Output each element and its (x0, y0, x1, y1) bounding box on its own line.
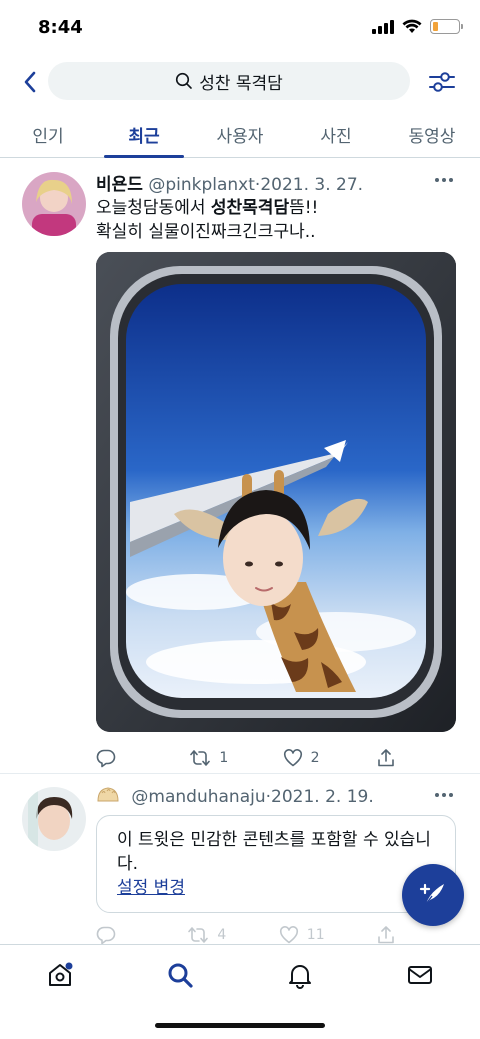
tab-top[interactable]: 인기 (0, 108, 96, 157)
avatar-image (22, 172, 86, 236)
home-indicator (155, 1023, 325, 1028)
display-name[interactable]: 비욘드 (96, 175, 143, 195)
user-handle[interactable]: @pinkplanxt (148, 175, 255, 195)
nav-notifications[interactable] (270, 950, 330, 1000)
like-button[interactable]: 2 (283, 748, 323, 768)
retweet-button[interactable]: 1 (189, 748, 229, 768)
reply-button[interactable] (96, 925, 136, 945)
sliders-icon (429, 72, 455, 92)
search-header: 성찬 목격담 (0, 60, 480, 104)
heart-icon (283, 749, 302, 767)
status-time: 8:44 (38, 17, 83, 38)
retweet-icon (190, 750, 211, 766)
avatar[interactable] (22, 787, 86, 851)
tweet-text-highlight: 성찬목격담 (210, 198, 290, 218)
user-handle[interactable]: @manduhanaju (131, 787, 265, 807)
reply-icon (96, 749, 116, 768)
tweet[interactable]: @manduhanaju·2021. 2. 19. 이 트윗은 민감한 콘텐츠를… (0, 775, 480, 945)
compose-tweet-button[interactable] (402, 864, 464, 926)
tweet-text-part: 오늘청담동에서 (96, 198, 211, 218)
avatar[interactable] (22, 172, 86, 236)
like-count: 11 (306, 927, 325, 943)
tab-people[interactable]: 사용자 (192, 108, 288, 157)
back-button[interactable] (12, 64, 48, 100)
tweet-text-line: 확실히 실물이진짜크긴크구나.. (96, 222, 316, 242)
retweet-icon (188, 927, 209, 943)
share-button[interactable] (376, 748, 416, 768)
search-input[interactable]: 성찬 목격담 (48, 62, 410, 100)
status-icons (372, 19, 463, 34)
nav-messages[interactable] (390, 950, 450, 1000)
home-icon (49, 962, 73, 986)
wifi-icon (402, 19, 422, 33)
tweet-date: 2021. 2. 19. (271, 787, 374, 807)
retweet-count: 4 (217, 927, 227, 943)
airplane-window-photo (96, 252, 456, 732)
tweet[interactable]: 비욘드 @pinkplanxt·2021. 3. 27. 오늘청담동에서 성찬목… (0, 160, 480, 774)
reply-button[interactable] (96, 748, 136, 768)
search-query: 성찬 목격담 (199, 73, 283, 94)
avatar-image (22, 787, 86, 851)
dumpling-emoji-icon (96, 785, 120, 810)
nav-search[interactable] (150, 950, 210, 1000)
like-button[interactable]: 11 (279, 925, 325, 945)
tweet-actions: 1 2 (96, 748, 416, 768)
tweet-text-part: 뜸!! (289, 198, 319, 218)
bell-icon (289, 964, 311, 989)
battery-icon (430, 19, 463, 34)
heart-icon (279, 926, 298, 944)
share-icon (378, 926, 394, 944)
status-bar: 8:44 (0, 0, 480, 56)
search-filter-button[interactable] (426, 66, 458, 98)
tab-photos[interactable]: 사진 (288, 108, 384, 157)
share-icon (378, 749, 394, 767)
retweet-count: 1 (219, 750, 229, 766)
retweet-button[interactable]: 4 (187, 925, 227, 945)
mail-icon (408, 965, 432, 984)
like-count: 2 (310, 750, 320, 766)
tweet-photo[interactable] (96, 252, 456, 732)
tweet-actions: 4 11 (96, 925, 416, 945)
chevron-left-icon (24, 71, 36, 93)
tab-videos[interactable]: 동영상 (384, 108, 480, 157)
tab-latest[interactable]: 최근 (96, 108, 192, 157)
sensitive-content-text: 이 트윗은 민감한 콘텐츠를 포함할 수 있습니다. (117, 830, 431, 874)
more-options-button[interactable] (432, 168, 456, 192)
more-options-button[interactable] (432, 783, 456, 807)
tweet-date: 2021. 3. 27. (260, 175, 364, 195)
search-tabs: 인기 최근 사용자 사진 동영상 (0, 108, 480, 158)
tweet-header: 비욘드 @pinkplanxt·2021. 3. 27. (96, 170, 363, 195)
bottom-nav (0, 944, 480, 1004)
tweet-header: @manduhanaju·2021. 2. 19. (96, 785, 374, 810)
change-settings-link[interactable]: 설정 변경 (117, 876, 435, 900)
tweet-text: 오늘청담동에서 성찬목격담뜸!! 확실히 실물이진짜크긴크구나.. (96, 196, 456, 244)
share-button[interactable] (376, 925, 416, 945)
search-icon (176, 72, 192, 89)
reply-icon (96, 926, 116, 945)
nav-home[interactable] (30, 950, 90, 1000)
feather-plus-icon (419, 883, 444, 905)
search-icon (168, 963, 193, 988)
signal-icon (372, 19, 394, 34)
